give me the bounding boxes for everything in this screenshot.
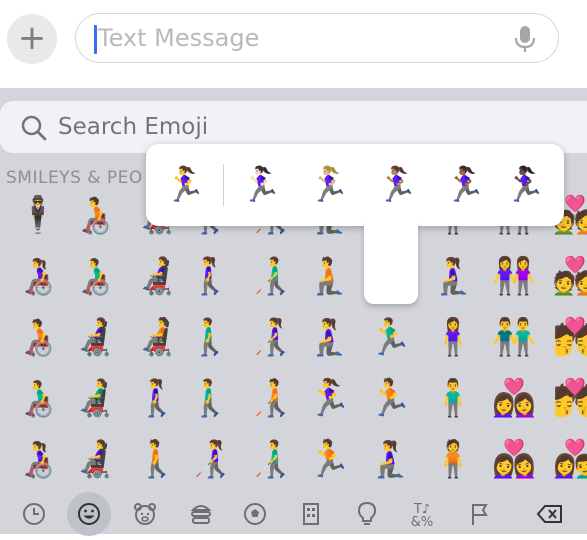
variant-dark[interactable]: 🏃🏿‍♀️	[496, 158, 554, 212]
clock-icon	[23, 503, 45, 525]
add-attachment-button[interactable]: +	[7, 14, 57, 64]
skin-tone-popup: 🏃‍♀️ 🏃🏻‍♀️ 🏃🏼‍♀️ 🏃🏽‍♀️ 🏃🏾‍♀️ 🏃🏿‍♀️	[146, 144, 564, 226]
variant-medium-light[interactable]: 🏃🏼‍♀️	[300, 158, 358, 212]
emoji-key[interactable]: 🧑‍🦯	[240, 369, 300, 429]
emoji-key[interactable]: 👨‍🦽	[65, 247, 125, 307]
popup-divider	[223, 164, 224, 206]
symbols-icon: T♪ &%	[410, 502, 434, 530]
emoji-key[interactable]: 🧑‍🦼	[127, 308, 187, 368]
emoji-key[interactable]: 👩‍❤️‍👩	[484, 369, 544, 429]
category-recent[interactable]	[16, 496, 52, 532]
emoji-key[interactable]: 🏃‍♂️	[360, 308, 420, 368]
bear-icon	[134, 503, 156, 525]
emoji-key[interactable]: 🕴️	[8, 186, 68, 246]
emoji-key[interactable]: 🏃	[299, 430, 359, 490]
emoji-key[interactable]: 👩‍🦽	[8, 247, 68, 307]
popup-joint	[365, 214, 417, 228]
category-objects[interactable]	[349, 496, 385, 532]
category-food[interactable]	[183, 496, 219, 532]
message-input[interactable]: Text Message	[75, 13, 559, 63]
emoji-key[interactable]: 🧎‍♀️	[299, 308, 359, 368]
emoji-key[interactable]: 👩‍🦽	[8, 430, 68, 490]
emoji-key[interactable]: 🚶	[127, 430, 187, 490]
variant-light[interactable]: 🏃🏻‍♀️	[232, 158, 290, 212]
emoji-key[interactable]: 👬	[484, 308, 544, 368]
emoji-key[interactable]: 👭	[484, 247, 544, 307]
message-composer: + Text Message	[0, 0, 587, 88]
emoji-key[interactable]: 🧑‍🦽	[65, 186, 125, 246]
text-cursor	[94, 25, 97, 54]
emoji-key[interactable]: 💑	[545, 247, 587, 307]
variant-medium-dark[interactable]: 🏃🏾‍♀️	[436, 158, 494, 212]
microphone-icon[interactable]	[512, 24, 538, 54]
emoji-key[interactable]: 🧎‍♀️	[423, 247, 483, 307]
category-symbols[interactable]: T♪ &%	[404, 496, 440, 532]
emoji-key[interactable]: 👩‍🦼	[65, 308, 125, 368]
emoji-key[interactable]: 👨‍🦯	[240, 247, 300, 307]
building-icon	[303, 503, 319, 525]
emoji-key[interactable]: 🚶‍♂️	[180, 369, 240, 429]
emoji-section-title: SMILEYS & PEO	[6, 168, 143, 188]
emoji-key[interactable]: 🏃‍♀️	[299, 369, 359, 429]
emoji-key[interactable]: 🚶‍♀️	[127, 369, 187, 429]
category-activity[interactable]	[237, 496, 273, 532]
emoji-key[interactable]: 🏃	[360, 369, 420, 429]
category-travel[interactable]	[293, 496, 329, 532]
emoji-category-bar: T♪ &%	[0, 490, 587, 536]
emoji-key[interactable]: 👨‍🦯	[240, 430, 300, 490]
emoji-key[interactable]: 👨‍🦼	[65, 369, 125, 429]
emoji-key[interactable]: 🧎	[299, 247, 359, 307]
search-icon	[21, 115, 47, 141]
lightbulb-icon	[357, 501, 377, 525]
soccer-ball-icon	[244, 503, 266, 525]
popup-key-stem	[364, 222, 418, 304]
emoji-key[interactable]: 👩‍❤️‍👨	[545, 430, 587, 490]
emoji-key[interactable]: 🧍‍♀️	[423, 308, 483, 368]
backspace-icon	[536, 505, 562, 523]
emoji-key[interactable]: 👩‍🦼	[65, 430, 125, 490]
emoji-key[interactable]: 🚶‍♀️	[180, 247, 240, 307]
emoji-key[interactable]: 🧍‍♂️	[423, 369, 483, 429]
emoji-key[interactable]: 💏	[545, 308, 587, 368]
category-smileys[interactable]	[67, 492, 111, 536]
category-animals[interactable]	[127, 496, 163, 532]
backspace-button[interactable]	[532, 496, 568, 532]
variant-medium[interactable]: 🏃🏽‍♀️	[368, 158, 426, 212]
emoji-key[interactable]: 👩‍🦯	[180, 430, 240, 490]
message-placeholder: Text Message	[98, 24, 260, 52]
emoji-search-placeholder: Search Emoji	[58, 114, 209, 140]
emoji-key[interactable]: 👩‍🦼	[127, 247, 187, 307]
emoji-key[interactable]: 👩‍❤️‍👩	[484, 430, 544, 490]
emoji-key[interactable]: 🧎‍♀️	[360, 430, 420, 490]
emoji-key[interactable]: 🧍	[423, 430, 483, 490]
burger-icon	[190, 505, 212, 524]
emoji-key[interactable]: 🚶‍♂️	[180, 308, 240, 368]
emoji-key[interactable]: 👩‍🦯	[240, 308, 300, 368]
emoji-key[interactable]: 👨‍🦽	[8, 369, 68, 429]
category-flags[interactable]	[461, 496, 497, 532]
emoji-key[interactable]: 🧑‍🦽	[8, 308, 68, 368]
variant-default[interactable]: 🏃‍♀️	[156, 158, 214, 212]
flag-icon	[472, 504, 488, 525]
emoji-key[interactable]: 💏	[545, 369, 587, 429]
smiley-icon	[78, 503, 100, 525]
